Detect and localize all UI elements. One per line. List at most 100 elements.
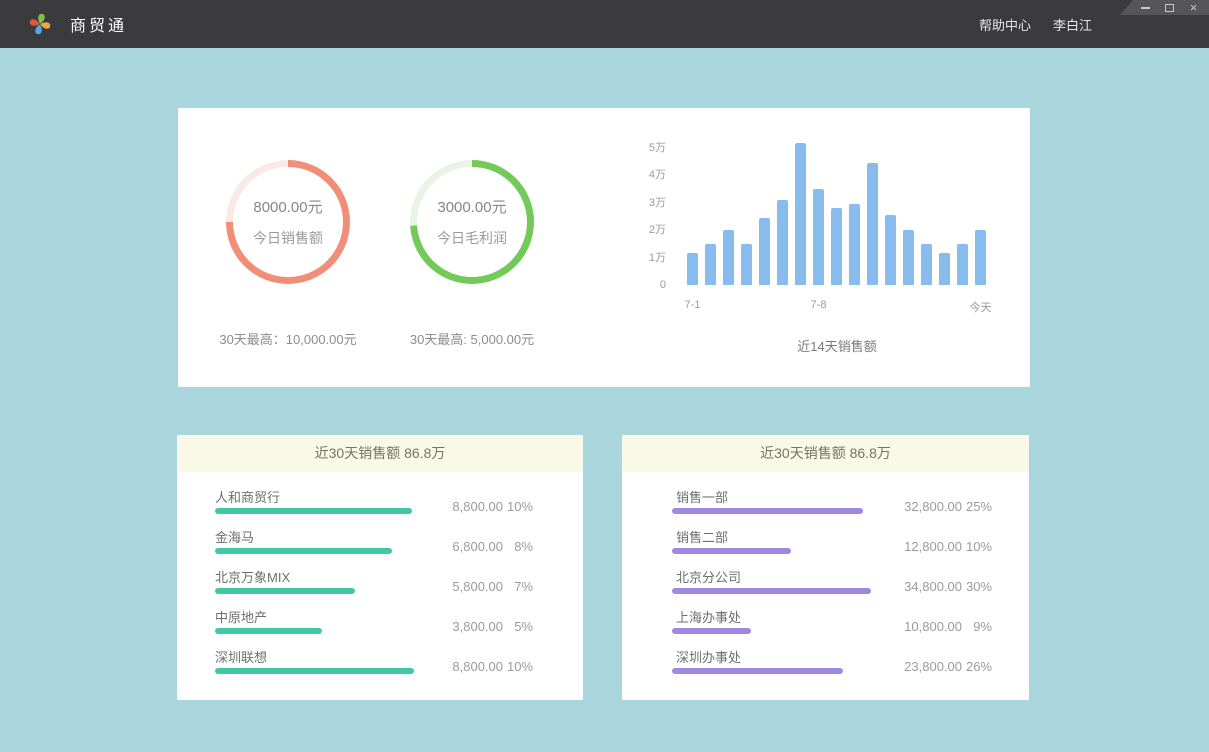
sales-bar xyxy=(759,218,770,285)
ranking-main: 销售一部 xyxy=(672,487,872,514)
ranking-name: 上海办事处 xyxy=(672,607,872,625)
bar-column xyxy=(849,140,860,285)
ranking-name: 深圳联想 xyxy=(215,647,415,665)
sales-bar xyxy=(777,200,788,285)
ranking-name: 销售二部 xyxy=(672,527,872,545)
ranking-amount: 12,800.00 xyxy=(872,539,962,554)
ranking-percent: 9% xyxy=(962,619,992,634)
ranking-progress-bar xyxy=(672,668,843,674)
ranking-progress-bar xyxy=(215,548,392,554)
department-sales-ranking-card: 近30天销售额 86.8万 销售一部32,800.0025% 销售二部12,800… xyxy=(622,435,1029,700)
ranking-name: 北京分公司 xyxy=(672,567,872,585)
ranking-amount: 23,800.00 xyxy=(872,659,962,674)
app-window: 商贸通 帮助中心 李白江 × 8000.00元 今日销售额 30天最高：10,0… xyxy=(0,0,1209,752)
today-profit-gauge: 3000.00元 今日毛利润 30天最高: 5,000.00元 xyxy=(382,108,562,387)
ranking-row: 北京分公司34,800.0030% xyxy=(672,567,1029,594)
topbar-brand: 商贸通 xyxy=(26,0,127,48)
ranking-percent: 10% xyxy=(503,499,533,514)
x-axis-label: 7-8 xyxy=(811,299,827,311)
today-sales-30d-max: 30天最高：10,000.00元 xyxy=(198,329,378,348)
today-sales-label: 今日销售额 xyxy=(253,228,323,248)
ranking-name: 人和商贸行 xyxy=(215,487,415,505)
ranking-progress-bar xyxy=(672,548,791,554)
y-axis-tick: 2万 xyxy=(649,223,666,237)
donut-center: 8000.00元 今日销售额 xyxy=(233,167,343,277)
y-axis: 5万4万3万2万1万0 xyxy=(638,132,680,302)
ranking-amount: 5,800.00 xyxy=(415,579,503,594)
ranking-progress-bar xyxy=(672,508,863,514)
ranking-name: 金海马 xyxy=(215,527,415,545)
y-axis-tick: 5万 xyxy=(649,141,666,155)
ranking-progress-bar xyxy=(672,588,871,594)
sales-bar xyxy=(849,204,860,285)
sales-bar xyxy=(957,244,968,285)
user-name-link[interactable]: 李白江 xyxy=(1053,15,1092,34)
maximize-button[interactable] xyxy=(1164,0,1175,15)
bar-column xyxy=(705,140,716,285)
bar-column xyxy=(867,140,878,285)
ranking-row: 销售一部32,800.0025% xyxy=(672,487,1029,514)
ranking-row: 北京万象MIX5,800.007% xyxy=(215,567,583,594)
ranking-main: 销售二部 xyxy=(672,527,872,554)
ranking-main: 人和商贸行 xyxy=(215,487,415,514)
ranking-row: 金海马6,800.008% xyxy=(215,527,583,554)
bar-column xyxy=(921,140,932,285)
ranking-name: 北京万象MIX xyxy=(215,567,415,585)
minimize-icon xyxy=(1141,7,1150,9)
ranking-percent: 7% xyxy=(503,579,533,594)
bar-column: 今天 xyxy=(975,140,986,285)
bar-column: 7-8 xyxy=(813,140,824,285)
ranking-main: 北京分公司 xyxy=(672,567,872,594)
ranking-progress-bar xyxy=(672,628,751,634)
ranking-amount: 8,800.00 xyxy=(415,659,503,674)
sales-bar xyxy=(903,230,914,285)
ranking-rows: 人和商贸行8,800.0010%金海马6,800.008%北京万象MIX5,80… xyxy=(177,472,583,674)
ranking-percent: 10% xyxy=(962,539,992,554)
ranking-amount: 34,800.00 xyxy=(872,579,962,594)
ranking-row: 销售二部12,800.0010% xyxy=(672,527,1029,554)
ranking-main: 深圳联想 xyxy=(215,647,415,674)
ranking-progress-bar xyxy=(215,588,355,594)
ranking-percent: 10% xyxy=(503,659,533,674)
ranking-percent: 26% xyxy=(962,659,992,674)
ranking-main: 中原地产 xyxy=(215,607,415,634)
sales-14d-bar-chart: 5万4万3万2万1万0 7-17-8今天 近14天销售额 xyxy=(638,132,1018,372)
ranking-name: 中原地产 xyxy=(215,607,415,625)
ranking-rows: 销售一部32,800.0025% 销售二部12,800.0010% 北京分公司34,… xyxy=(622,472,1029,674)
bar-column xyxy=(903,140,914,285)
bar-column xyxy=(795,140,806,285)
ranking-name: 深圳办事处 xyxy=(672,647,872,665)
y-axis-tick: 1万 xyxy=(649,251,666,265)
ranking-amount: 10,800.00 xyxy=(872,619,962,634)
ranking-row: 深圳联想8,800.0010% xyxy=(215,647,583,674)
sales-bar xyxy=(813,189,824,285)
ranking-row: 上海办事处10,800.009% xyxy=(672,607,1029,634)
bar-column xyxy=(741,140,752,285)
ranking-header: 近30天销售额 86.8万 xyxy=(622,435,1029,472)
today-profit-label: 今日毛利润 xyxy=(437,228,507,248)
ranking-percent: 30% xyxy=(962,579,992,594)
bar-column: 7-1 xyxy=(687,140,698,285)
bar-column xyxy=(957,140,968,285)
bar-column xyxy=(759,140,770,285)
today-sales-value: 8000.00元 xyxy=(253,196,322,217)
ranking-amount: 8,800.00 xyxy=(415,499,503,514)
bar-plot: 7-1 7-8 今天 xyxy=(687,140,987,285)
minimize-button[interactable] xyxy=(1140,0,1151,15)
ranking-percent: 25% xyxy=(962,499,992,514)
sales-bar xyxy=(795,143,806,285)
ranking-amount: 3,800.00 xyxy=(415,619,503,634)
topbar-menu: 帮助中心 李白江 xyxy=(979,0,1092,48)
ranking-row: 中原地产3,800.005% xyxy=(215,607,583,634)
close-button[interactable]: × xyxy=(1188,0,1199,15)
help-center-link[interactable]: 帮助中心 xyxy=(979,15,1031,34)
ranking-percent: 8% xyxy=(503,539,533,554)
topbar: 商贸通 帮助中心 李白江 × xyxy=(0,0,1209,48)
chart-title: 近14天销售额 xyxy=(687,336,987,355)
app-title: 商贸通 xyxy=(70,12,127,36)
ranking-name: 销售一部 xyxy=(672,487,872,505)
bar-column xyxy=(939,140,950,285)
bar-column xyxy=(885,140,896,285)
sales-bar xyxy=(867,163,878,285)
ranking-progress-bar xyxy=(215,508,412,514)
